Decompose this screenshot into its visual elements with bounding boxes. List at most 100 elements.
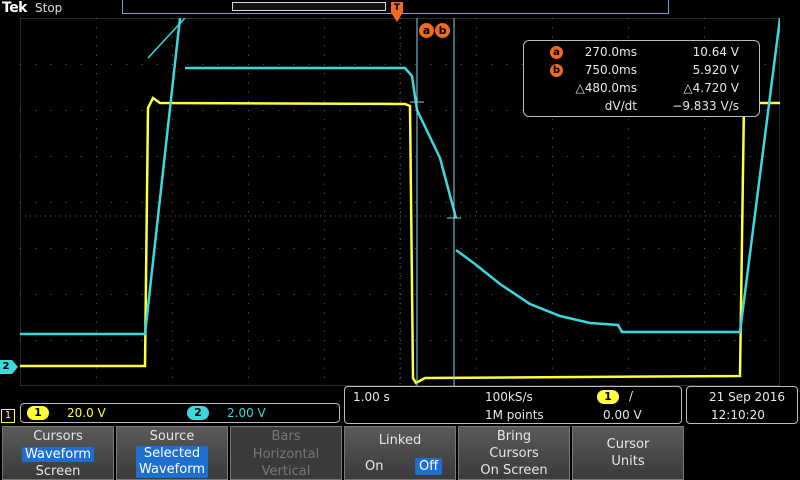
grid-dot bbox=[415, 248, 417, 249]
grid-dot bbox=[187, 156, 189, 157]
grid-dot bbox=[172, 36, 173, 38]
grid-dot bbox=[400, 165, 401, 167]
grid-dot bbox=[126, 64, 128, 65]
grid-dot bbox=[628, 257, 629, 259]
grid-dot bbox=[552, 349, 553, 351]
grid-dot bbox=[65, 64, 67, 65]
bars-vertical-option: Vertical bbox=[261, 464, 311, 479]
grid-dot bbox=[552, 211, 553, 213]
ch2-ground-marker[interactable]: 2 bbox=[0, 360, 18, 374]
grid-dot bbox=[476, 192, 477, 194]
grid-dot bbox=[339, 202, 341, 203]
grid-dot bbox=[506, 340, 508, 341]
grid-dot bbox=[400, 294, 401, 295]
record-view-window[interactable] bbox=[232, 2, 386, 11]
cursors-screen-option[interactable]: Screen bbox=[3, 464, 113, 479]
delta-time: △480.0ms bbox=[575, 81, 637, 95]
grid-dot bbox=[536, 248, 538, 249]
grid-dot bbox=[552, 202, 553, 203]
grid-dot bbox=[476, 294, 477, 295]
linked-off-option[interactable]: Off bbox=[415, 458, 443, 475]
grid-dot bbox=[704, 156, 705, 157]
grid-dot bbox=[65, 110, 67, 111]
bring-cursors-on-screen-button[interactable]: Bring Cursors On Screen bbox=[458, 426, 570, 480]
grid-dot bbox=[384, 248, 386, 249]
grid-dot bbox=[582, 248, 584, 249]
grid-dot bbox=[658, 156, 660, 157]
readout-row-delta: △480.0ms △4.720 V bbox=[524, 81, 759, 97]
time: 12:10:20 bbox=[711, 408, 765, 422]
source-title: Source bbox=[149, 429, 195, 444]
cursor-readout-panel: a 270.0ms 10.64 V b 750.0ms 5.920 V △480… bbox=[523, 40, 760, 117]
grid-dot bbox=[80, 110, 82, 111]
grid-dot bbox=[673, 294, 675, 295]
channel-scale-panel[interactable]: 1 20.0 V 2 2.00 V bbox=[20, 403, 340, 423]
grid-dot bbox=[764, 202, 766, 203]
trigger-position-marker[interactable]: T bbox=[391, 2, 403, 24]
grid-dot bbox=[278, 340, 280, 341]
grid-dot bbox=[248, 266, 249, 268]
grid-dot bbox=[384, 340, 386, 341]
cursors-waveform-option[interactable]: Waveform bbox=[22, 447, 94, 462]
horizontal-trigger-panel[interactable]: 1.00 s 100kS/s 1M points 1 / 0.00 V bbox=[344, 386, 682, 424]
grid-dot bbox=[552, 321, 553, 323]
ch2-badge[interactable]: 2 bbox=[187, 406, 209, 420]
grid-dot bbox=[126, 110, 128, 111]
grid-dot bbox=[172, 284, 173, 286]
grid-dot bbox=[217, 202, 219, 203]
grid-dot bbox=[552, 284, 553, 286]
grid-dot bbox=[430, 294, 432, 295]
linked-button[interactable]: Linked On Off bbox=[344, 426, 456, 480]
grid-dot bbox=[172, 64, 173, 65]
grid-dot bbox=[354, 340, 356, 341]
grid-dot bbox=[506, 294, 508, 295]
grid-dot bbox=[688, 248, 690, 249]
grid-dot bbox=[400, 340, 401, 341]
grid-dot bbox=[369, 294, 371, 295]
grid-dot bbox=[50, 64, 52, 65]
grid-dot bbox=[400, 45, 401, 47]
source-button[interactable]: Source Selected Waveform bbox=[116, 426, 228, 480]
grid-dot bbox=[339, 156, 341, 157]
grid-dot bbox=[430, 340, 432, 341]
grid-dot bbox=[704, 18, 705, 19]
grid-dot bbox=[552, 146, 553, 148]
grid-dot bbox=[172, 349, 173, 351]
grid-dot bbox=[704, 294, 705, 295]
cursor-units-button[interactable]: Cursor Units bbox=[572, 426, 684, 480]
grid-dot bbox=[552, 183, 553, 185]
linked-on-option[interactable]: On bbox=[365, 459, 383, 474]
grid-dot bbox=[324, 294, 325, 295]
grid-dot bbox=[35, 110, 37, 111]
ch1-badge[interactable]: 1 bbox=[27, 406, 49, 420]
cursor-a-marker[interactable]: a bbox=[419, 23, 434, 38]
source-selected-waveform: Selected Waveform bbox=[136, 446, 208, 478]
grid-dot bbox=[476, 220, 477, 222]
grid-dot bbox=[719, 294, 721, 295]
grid-dot bbox=[111, 64, 113, 65]
grid-dot bbox=[96, 183, 97, 185]
grid-dot bbox=[248, 36, 249, 38]
ch1-ground-marker[interactable]: 1 bbox=[1, 409, 15, 423]
grid-dot bbox=[172, 119, 173, 121]
grid-dot bbox=[324, 192, 325, 194]
grid-dot bbox=[172, 137, 173, 139]
grid-dot bbox=[156, 110, 158, 111]
grid-dot bbox=[96, 45, 97, 47]
delta-voltage: △4.720 V bbox=[683, 81, 739, 95]
grid-dot bbox=[65, 156, 67, 157]
cursors-mode-button[interactable]: Cursors Waveform Screen bbox=[2, 426, 114, 480]
grid-dot bbox=[248, 156, 249, 157]
grid-dot bbox=[293, 202, 295, 203]
grid-dot bbox=[172, 303, 173, 305]
cursor-b-marker[interactable]: b bbox=[435, 23, 450, 38]
grid-dot bbox=[476, 100, 477, 102]
linked-title: Linked bbox=[378, 433, 422, 448]
grid-dot bbox=[248, 330, 249, 332]
grid-dot bbox=[400, 36, 401, 38]
bars-button[interactable]: Bars Horizontal Vertical bbox=[230, 426, 342, 480]
grid-dot bbox=[491, 64, 493, 65]
grid-dot bbox=[141, 202, 143, 203]
grid-dot bbox=[248, 100, 249, 102]
grid-dot bbox=[734, 156, 736, 157]
